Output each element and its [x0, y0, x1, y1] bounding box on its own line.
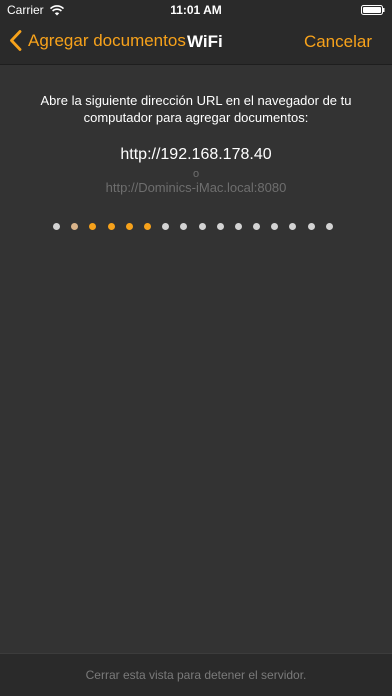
status-time: 11:01 AM	[170, 3, 222, 17]
progress-dot	[162, 223, 170, 230]
progress-dot	[234, 223, 242, 230]
status-bar: Carrier 11:01 AM	[0, 0, 392, 20]
progress-dot	[307, 223, 315, 230]
progress-dot	[71, 223, 79, 230]
back-button-label: Agregar documentos	[28, 30, 186, 50]
chevron-left-icon	[10, 30, 22, 51]
battery-icon	[361, 5, 385, 15]
progress-dot	[216, 223, 224, 230]
progress-dot	[53, 223, 60, 230]
secondary-url: http://Dominics-iMac.local:8080	[105, 180, 287, 195]
instructions-text: Abre la siguiente dirección URL en el na…	[40, 93, 352, 125]
page-title: WiFi	[187, 32, 223, 51]
progress-dot	[125, 223, 133, 230]
progress-dot	[180, 223, 188, 230]
progress-dot	[289, 223, 297, 230]
navigation-bar: Agregar documentos WiFi Cancelar	[0, 20, 392, 65]
progress-dot	[325, 223, 333, 230]
screen: Carrier 11:01 AM Agregar documentos WiFi…	[0, 0, 392, 696]
progress-dot	[198, 223, 206, 230]
progress-dots	[53, 223, 344, 230]
progress-dot	[253, 223, 261, 230]
progress-dot	[271, 223, 279, 230]
cancel-button[interactable]: Cancelar	[304, 32, 372, 52]
footer-hint: Cerrar esta vista para detener el servid…	[0, 653, 392, 696]
back-button[interactable]: Agregar documentos	[9, 30, 186, 51]
progress-dot	[89, 223, 97, 230]
or-separator: o	[192, 168, 200, 180]
progress-dot	[107, 223, 115, 230]
progress-dot	[143, 223, 151, 230]
primary-url: http://192.168.178.40	[120, 146, 272, 163]
